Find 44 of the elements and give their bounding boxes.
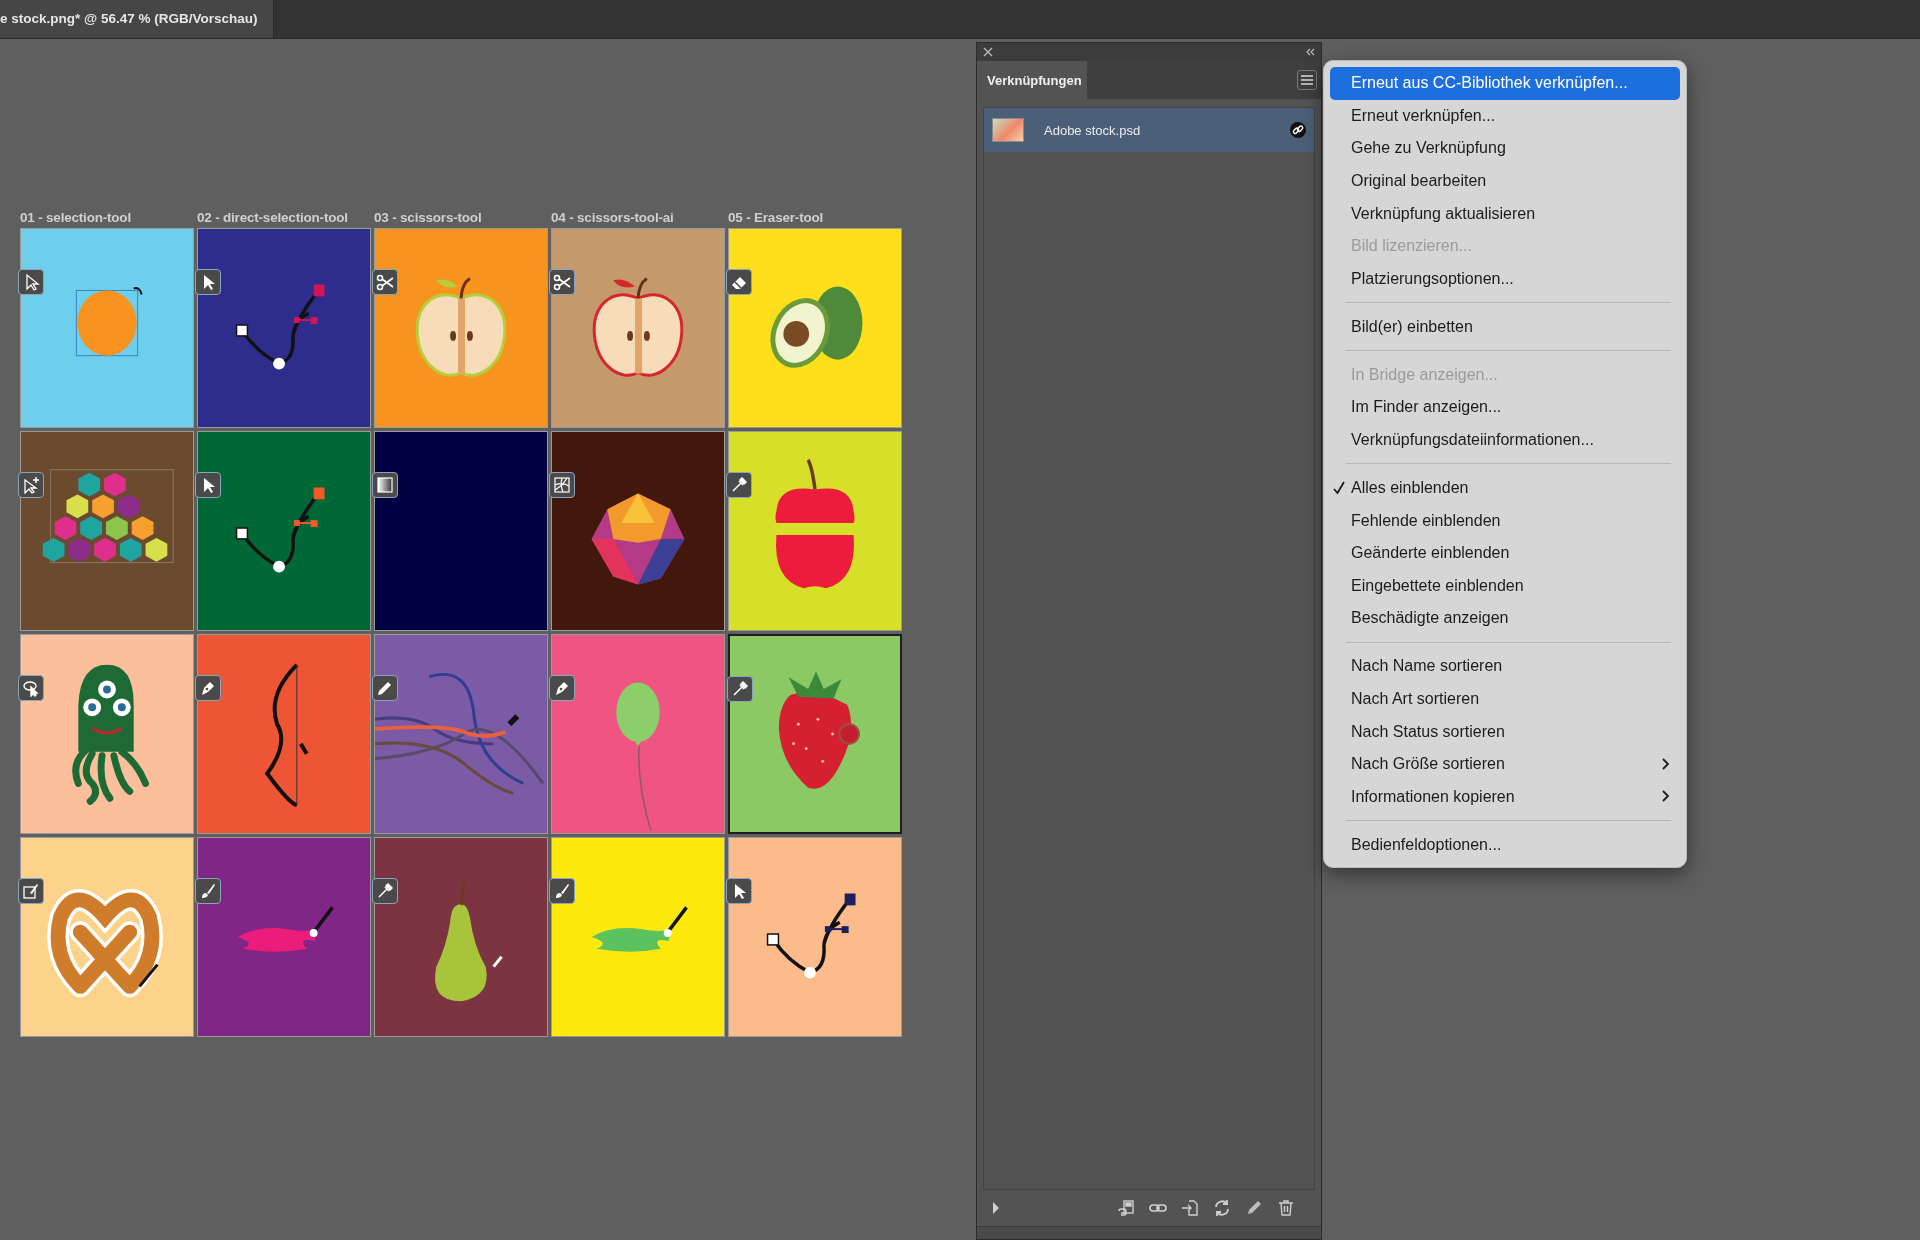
go-to-link-icon[interactable]: [1181, 1199, 1199, 1217]
menu-item[interactable]: Original bearbeiten: [1330, 164, 1680, 198]
menu-item[interactable]: Erneut aus CC-Bibliothek verknüpfen...: [1330, 67, 1680, 100]
relink-icon[interactable]: [1117, 1199, 1135, 1217]
menu-item[interactable]: Geänderte einblenden: [1330, 536, 1680, 570]
update-icon[interactable]: [1213, 1199, 1231, 1217]
direction-handle: [824, 926, 849, 934]
link-row[interactable]: Adobe stock.psd: [984, 108, 1314, 152]
trash-icon[interactable]: [1277, 1199, 1295, 1217]
collapse-icon[interactable]: [1305, 47, 1315, 57]
menu-item[interactable]: Erneut verknüpfen...: [1330, 99, 1680, 133]
artboard-title: 04 - scissors-tool-ai: [551, 210, 674, 225]
direction-handle: [293, 520, 318, 528]
menu-item[interactable]: Nach Status sortieren: [1330, 715, 1680, 748]
artboard-title: 03 - scissors-tool: [374, 210, 482, 225]
menu-item[interactable]: Beschädigte anzeigen: [1330, 602, 1680, 635]
resize-grip[interactable]: [977, 1226, 1321, 1239]
menu-item[interactable]: Eingebettete einblenden: [1330, 569, 1680, 603]
edit-icon[interactable]: [1245, 1199, 1263, 1217]
menu-item[interactable]: Platzierungsoptionen...: [1330, 262, 1680, 296]
menu-item[interactable]: Bild(er) einbetten: [1330, 310, 1680, 344]
menu-item[interactable]: Gehe zu Verknüpfung: [1330, 132, 1680, 165]
menu-item[interactable]: Im Finder anzeigen...: [1330, 391, 1680, 424]
menu-item[interactable]: Alles einblenden: [1330, 471, 1680, 505]
artboard-title: 02 - direct-selection-tool: [197, 210, 348, 225]
menu-item[interactable]: Nach Art sortieren: [1330, 682, 1680, 716]
menu-item[interactable]: Informationen kopieren: [1330, 780, 1680, 814]
link-name: Adobe stock.psd: [1043, 122, 1142, 138]
panel-menu-button[interactable]: [1297, 70, 1317, 90]
close-icon[interactable]: [983, 47, 993, 57]
menu-item[interactable]: Nach Name sortieren: [1330, 650, 1680, 683]
panel-tab[interactable]: Verknüpfungen: [977, 61, 1087, 99]
link-status-icon: [1290, 122, 1306, 138]
menu-item[interactable]: Verknüpfungsdateiinformationen...: [1330, 423, 1680, 457]
menu-item[interactable]: Bedienfeldoptionen...: [1330, 828, 1680, 861]
artboard-title: 05 - Eraser-tool: [728, 210, 824, 225]
menu-item[interactable]: Nach Größe sortieren: [1330, 747, 1680, 781]
menu-icon: [1301, 75, 1313, 85]
menu-item[interactable]: Verknüpfung aktualisieren: [1330, 197, 1680, 230]
document-tab[interactable]: e stock.png* @ 56.47 % (RGB/Vorschau): [0, 0, 275, 38]
direction-handle: [293, 317, 318, 325]
menu-item[interactable]: Fehlende einblenden: [1330, 504, 1680, 537]
artboard-title: 01 - selection-tool: [20, 210, 131, 225]
link-thumbnail: [992, 118, 1024, 142]
